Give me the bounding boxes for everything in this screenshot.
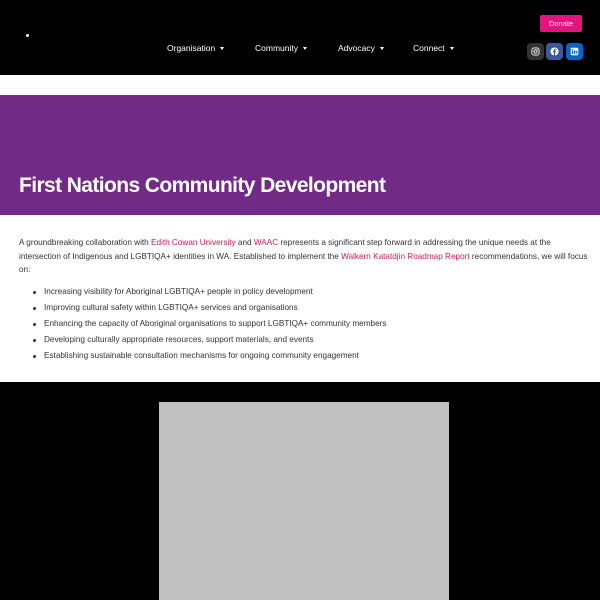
content-section: A groundbreaking collaboration with Edit… (0, 215, 600, 382)
caret-down-icon (302, 47, 307, 51)
list-item: Increasing visibility for Aboriginal LGB… (33, 284, 574, 300)
media-section (0, 382, 600, 600)
site-header: Organisation Community Advocacy Connect … (0, 0, 600, 75)
edith-cowan-university-link[interactable]: Edith Cowan University (151, 238, 236, 247)
nav-item-label: Advocacy (338, 43, 375, 53)
instagram-link[interactable] (527, 43, 544, 60)
nav-item-label: Organisation (167, 43, 216, 53)
caret-down-icon (220, 47, 225, 51)
page-title: First Nations Community Development (19, 174, 386, 197)
main-nav: Organisation Community Advocacy Connect (150, 41, 470, 55)
focus-list: Increasing visibility for Aboriginal LGB… (33, 284, 574, 364)
nav-item-community[interactable]: Community (255, 41, 307, 55)
site-logo[interactable] (26, 34, 29, 37)
list-item: Improving cultural safety within LGBTIQA… (33, 300, 574, 316)
roadmap-report-link[interactable]: Walkern Katatdjin Roadmap Report (341, 252, 470, 261)
image-placeholder (159, 402, 449, 600)
facebook-icon (550, 47, 559, 56)
intro-text: A groundbreaking collaboration with (19, 238, 151, 247)
list-item: Developing culturally appropriate resour… (33, 332, 574, 348)
nav-item-label: Connect (413, 43, 445, 53)
caret-down-icon (379, 47, 384, 51)
caret-down-icon (449, 47, 454, 51)
list-item: Enhancing the capacity of Aboriginal org… (33, 316, 574, 332)
list-item: Establishing sustainable consultation me… (33, 348, 574, 364)
nav-item-organisation[interactable]: Organisation (167, 41, 225, 55)
linkedin-link[interactable] (566, 43, 583, 60)
nav-item-advocacy[interactable]: Advocacy (338, 41, 384, 55)
linkedin-icon (570, 47, 579, 56)
header-spacer (0, 75, 600, 95)
nav-item-label: Community (255, 43, 298, 53)
instagram-icon (531, 47, 540, 56)
intro-paragraph: A groundbreaking collaboration with Edit… (19, 236, 589, 277)
waac-link[interactable]: WAAC (254, 238, 278, 247)
nav-item-connect[interactable]: Connect (413, 41, 454, 55)
intro-text: and (235, 238, 254, 247)
facebook-link[interactable] (546, 43, 563, 60)
donate-button[interactable]: Donate (540, 15, 582, 32)
hero-banner: First Nations Community Development (0, 95, 600, 215)
